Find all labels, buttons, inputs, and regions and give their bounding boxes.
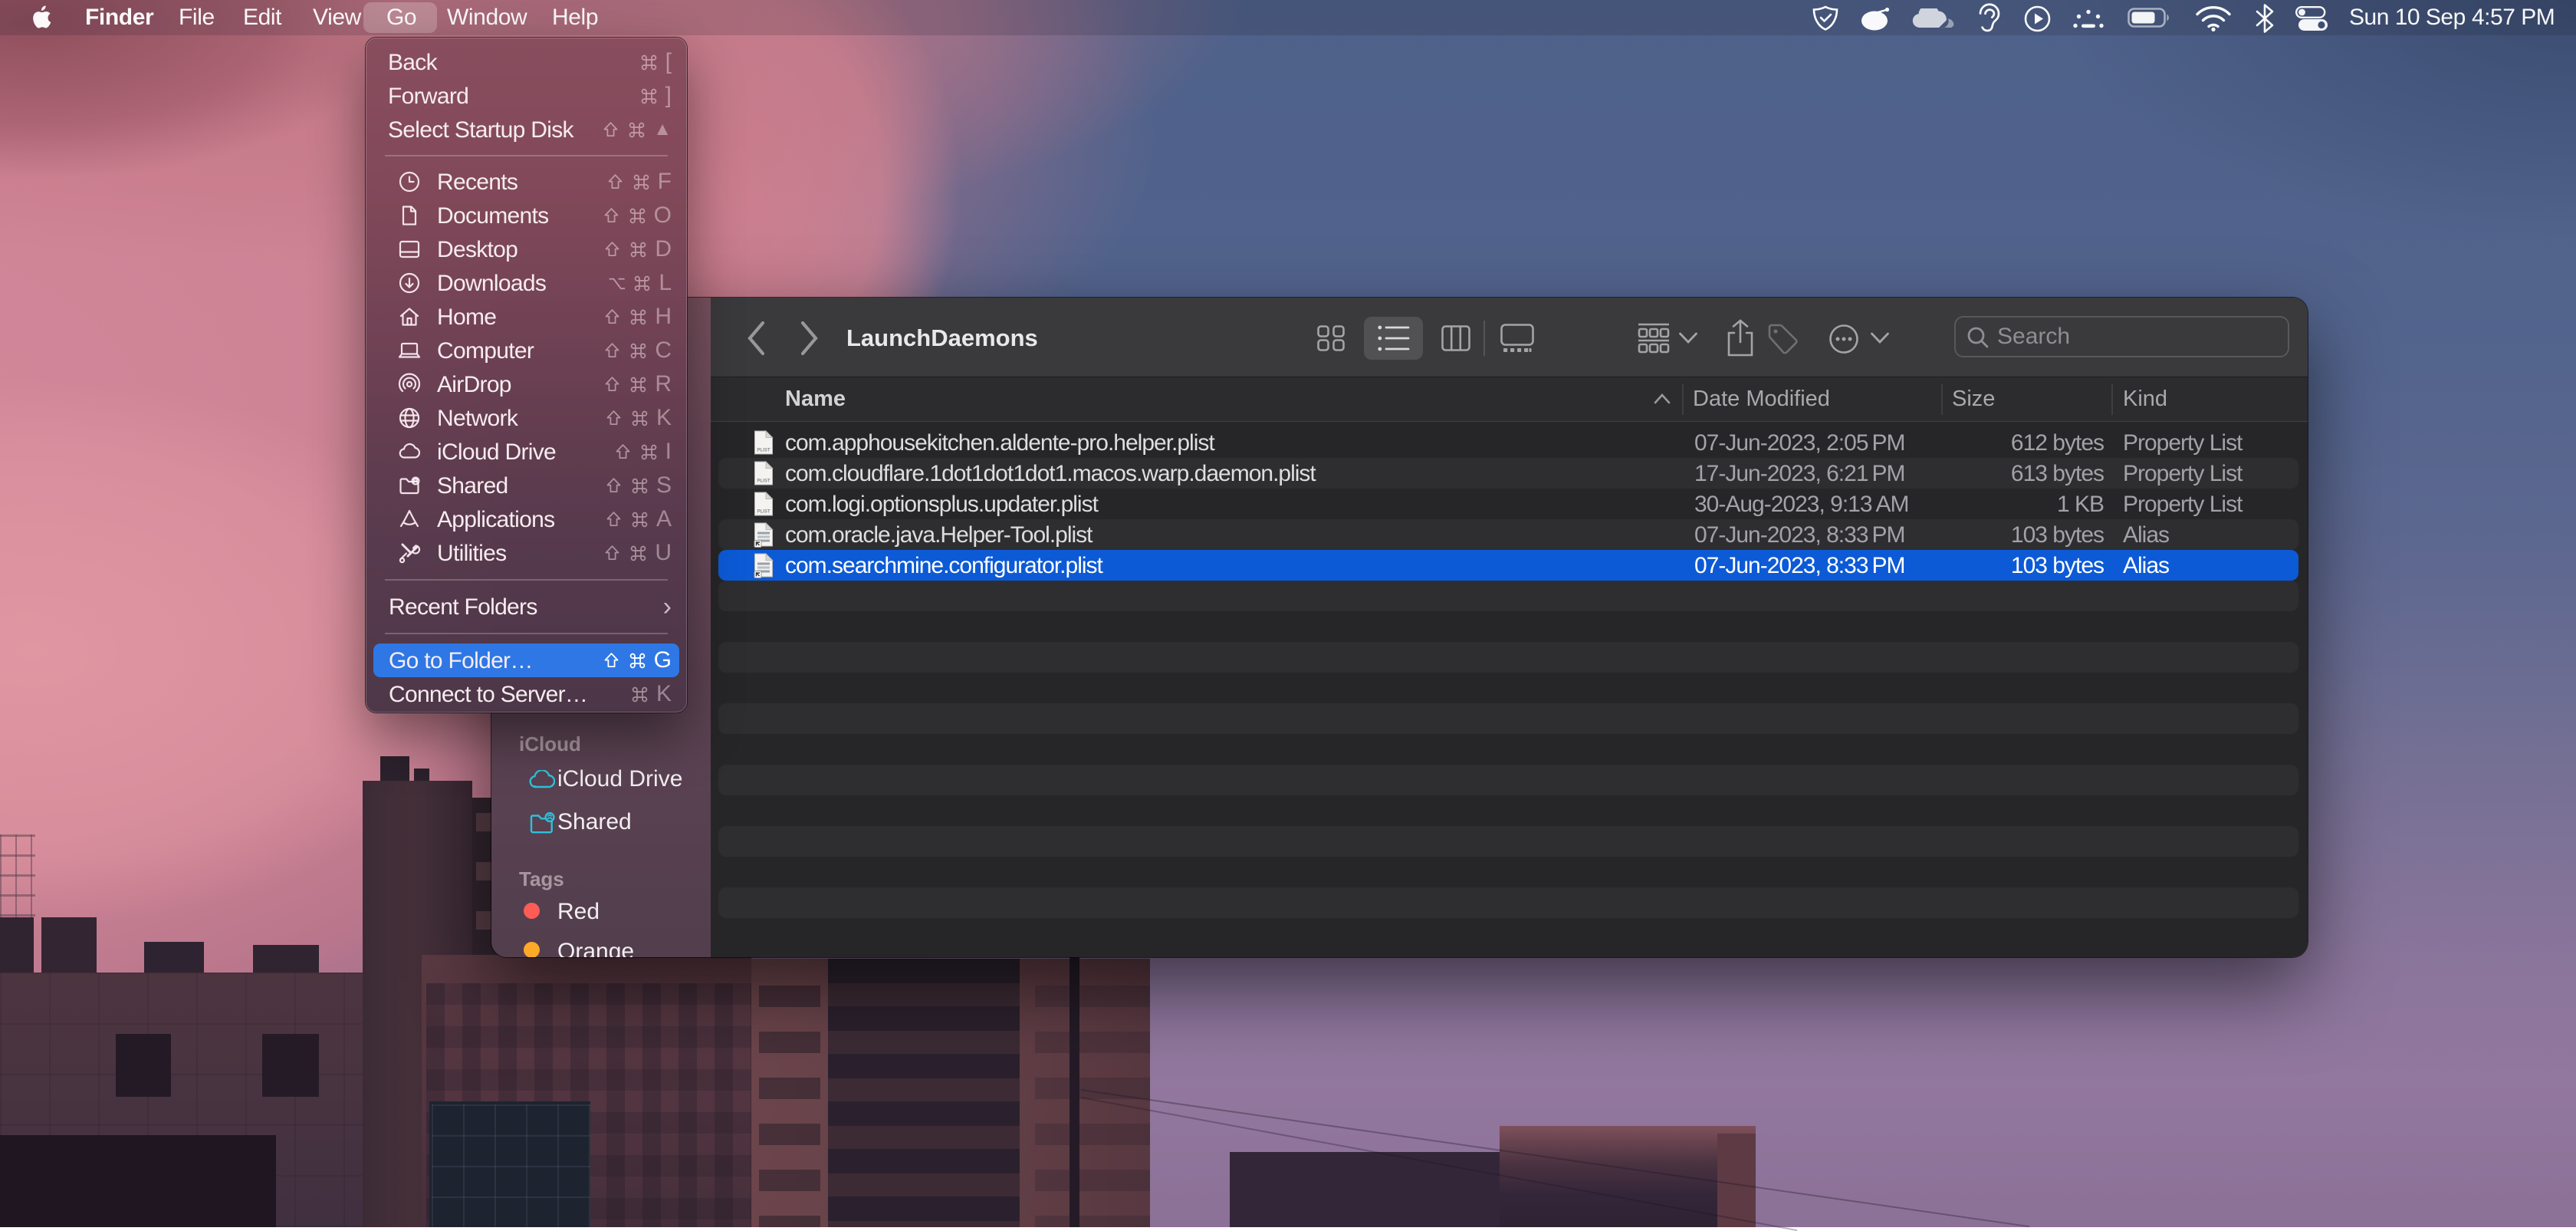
svg-text:PLIST: PLIST (757, 449, 770, 453)
svg-text:PLIST: PLIST (757, 510, 770, 515)
svg-text:PLIST: PLIST (757, 479, 770, 484)
